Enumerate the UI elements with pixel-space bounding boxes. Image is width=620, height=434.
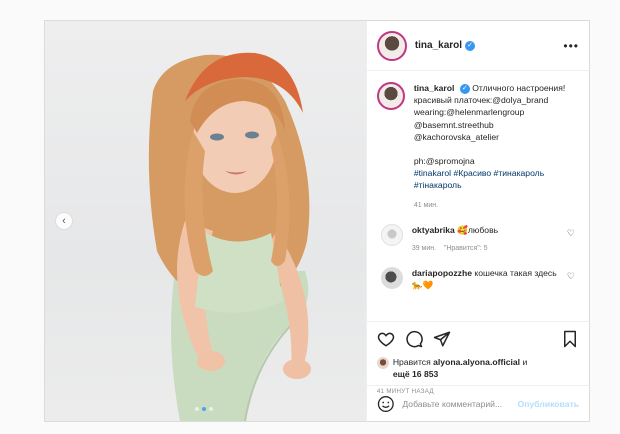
avatar[interactable] <box>376 30 407 61</box>
comments-list[interactable]: tina_karol ✓ Отличного настроения! краси… <box>367 72 589 322</box>
post-header: tina_karol ✓ ••• <box>366 21 589 71</box>
likes-summary: Нравится alyona.alyona.official и ещё 16… <box>376 356 579 380</box>
caption-hashtags[interactable]: #тінакароль <box>414 179 574 191</box>
caption-line: Отличного настроения! <box>472 83 566 93</box>
avatar[interactable] <box>380 266 403 289</box>
comment-username[interactable]: oktyabrika <box>412 225 455 235</box>
post-photo[interactable]: ‹ <box>45 21 366 421</box>
caption-username[interactable]: tina_karol <box>414 83 455 93</box>
likes-count[interactable]: ещё 16 853 <box>393 369 438 379</box>
likes-prefix: Нравится <box>392 357 431 367</box>
carousel-dot-active <box>202 407 206 411</box>
caption-line: wearing:@helenmarlengroup <box>413 107 525 118</box>
share-icon[interactable] <box>433 330 451 348</box>
avatar[interactable] <box>380 223 403 246</box>
carousel-dot <box>209 407 213 411</box>
caption-line: красивый платочек:@dolya_brand <box>413 95 549 106</box>
caption-time: 41 мин. <box>413 201 439 209</box>
bookmark-icon[interactable] <box>561 330 579 348</box>
add-comment-bar: Опубликовать <box>366 385 589 421</box>
comment-item: oktyabrika 🥰любовь 39 мин. "Нравится": 5… <box>377 223 579 255</box>
avatar[interactable] <box>376 82 405 110</box>
heart-icon[interactable]: ♡ <box>567 228 575 239</box>
comment-likes[interactable]: "Нравится": 5 <box>444 245 488 252</box>
publish-button[interactable]: Опубликовать <box>518 399 579 409</box>
caption: tina_karol ✓ Отличного настроения! краси… <box>376 82 579 212</box>
caption-line: @kachorovska_atelier <box>413 131 499 142</box>
comment-username[interactable]: dariapopozzhe <box>412 268 472 278</box>
heart-icon[interactable] <box>377 330 395 348</box>
caption-hashtags[interactable]: #tinakarol #Красиво #тинакароль <box>414 167 574 179</box>
likes-user[interactable]: alyona.alyona.official <box>433 357 520 367</box>
comment-time: 39 мин. <box>411 244 437 252</box>
heart-icon[interactable]: ♡ <box>567 271 575 282</box>
post-card: ‹ tina_karol ✓ ••• tina_karol ✓ Отличног… <box>44 20 590 422</box>
comment-input[interactable] <box>402 398 518 409</box>
carousel-dots <box>195 407 213 411</box>
woman-photo <box>148 52 311 421</box>
username-link[interactable]: tina_karol <box>415 40 462 51</box>
more-options-icon[interactable]: ••• <box>563 39 579 53</box>
verified-badge-icon: ✓ <box>465 40 476 51</box>
emoji-icon[interactable] <box>377 395 395 413</box>
comment-text: 🥰любовь <box>457 224 499 235</box>
carousel-dot <box>195 407 199 411</box>
caption-line: ph:@spromojna <box>413 156 475 167</box>
comment-icon[interactable] <box>405 330 423 348</box>
post-panel: tina_karol ✓ ••• tina_karol ✓ Отличного … <box>365 21 589 421</box>
verified-badge-icon: ✓ <box>459 83 470 94</box>
caption-line: @basemnt.streethub <box>413 119 494 130</box>
likes-suffix: и <box>522 357 528 367</box>
avatar[interactable] <box>376 357 389 369</box>
comment-item: dariapopozzhe кошечка такая здесь 🐆🧡 ♡ <box>377 266 579 291</box>
post-actions: Нравится alyona.alyona.official и ещё 16… <box>366 321 589 395</box>
chevron-left-icon[interactable]: ‹ <box>55 212 73 230</box>
